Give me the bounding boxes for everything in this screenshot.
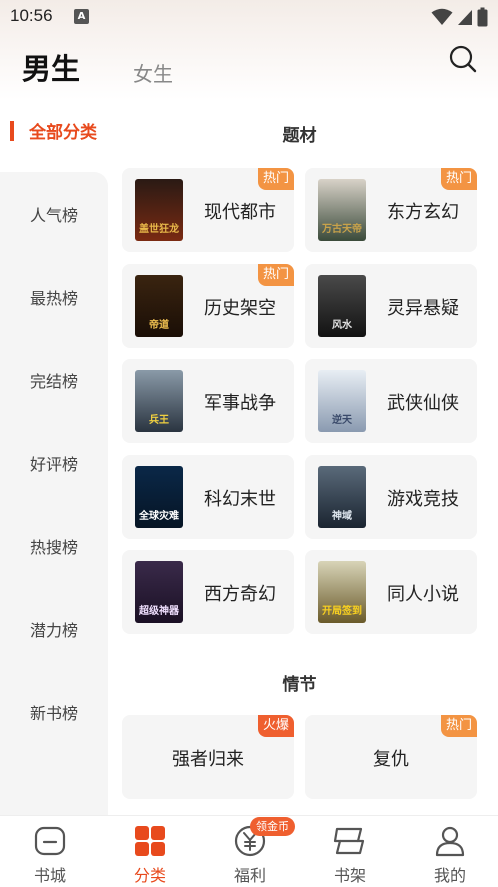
theme-card[interactable]: 开局签到 同人小说 — [305, 550, 477, 634]
sidebar-item-all-categories[interactable]: 全部分类 — [0, 118, 108, 144]
book-cover: 神域 — [318, 465, 366, 528]
nav-label-welfare: 福利 — [233, 866, 266, 885]
tab-female[interactable]: 女生 — [133, 58, 173, 87]
hot-badge: 热门 — [440, 715, 477, 737]
book-cover: 帝道 — [135, 274, 183, 337]
nav-item-welfare[interactable]: 领金币 福利 — [200, 816, 300, 887]
nav-label-profile: 我的 — [433, 866, 466, 885]
book-cover: 开局签到 — [318, 561, 366, 623]
tab-male[interactable]: 男生 — [22, 46, 80, 88]
notification-app-icon: A — [74, 9, 89, 24]
sidebar-item-hottest[interactable]: 最热榜 — [0, 285, 108, 309]
sidebar-item-top-rated[interactable]: 好评榜 — [0, 451, 108, 475]
sidebar-ranking-panel: 人气榜 最热榜 完结榜 好评榜 热搜榜 潜力榜 新书榜 — [0, 172, 108, 822]
signal-icon — [458, 10, 472, 25]
search-icon[interactable] — [448, 44, 478, 74]
section-title-theme: 题材 — [282, 126, 317, 146]
nav-item-book-city[interactable]: 书城 — [0, 816, 100, 887]
theme-card[interactable]: 风水 灵异悬疑 — [305, 263, 477, 348]
sidebar-active-label: 全部分类 — [29, 123, 97, 143]
book-cover: 风水 — [318, 274, 366, 337]
plot-card[interactable]: 强者归来 火爆 — [122, 715, 294, 799]
bookshelf-icon — [333, 827, 365, 855]
theme-card-label: 现代都市 — [204, 202, 276, 223]
plot-card-label: 复仇 — [373, 749, 409, 770]
nav-label-bookshelf: 书架 — [333, 866, 366, 885]
theme-card[interactable]: 神域 游戏竞技 — [305, 454, 477, 539]
theme-card-label: 历史架空 — [204, 297, 276, 319]
status-bar: 10:56 A — [0, 0, 498, 36]
theme-card[interactable]: 万古天帝 东方玄幻 热门 — [305, 168, 477, 252]
book-cover: 盖世狂龙 — [135, 179, 183, 241]
coin-badge: 领金币 — [250, 817, 295, 836]
hot-badge: 热门 — [440, 168, 477, 190]
status-icons — [431, 6, 488, 28]
sidebar: 全部分类 人气榜 最热榜 完结榜 好评榜 热搜榜 潜力榜 新书榜 — [0, 100, 108, 822]
nav-label-book-city: 书城 — [33, 866, 66, 885]
plot-card[interactable]: 复仇 热门 — [305, 715, 477, 799]
sidebar-item-new-books[interactable]: 新书榜 — [0, 700, 108, 724]
status-time: 10:56 — [10, 6, 53, 25]
profile-icon — [435, 826, 465, 857]
section-title-plot: 情节 — [282, 675, 317, 695]
active-indicator — [10, 121, 14, 141]
battery-icon — [477, 7, 488, 27]
theme-card[interactable]: 超级神器 西方奇幻 — [122, 550, 294, 634]
sidebar-item-popularity[interactable]: 人气榜 — [0, 202, 108, 226]
book-city-icon — [34, 826, 66, 856]
theme-card-label: 游戏竞技 — [387, 488, 459, 510]
nav-label-category: 分类 — [133, 866, 166, 885]
theme-card-label: 科幻末世 — [204, 488, 276, 510]
theme-card[interactable]: 全球灾难 科幻末世 — [122, 454, 294, 539]
sidebar-item-potential[interactable]: 潜力榜 — [0, 617, 108, 641]
book-cover: 兵王 — [135, 370, 183, 432]
header: 男生 女生 — [0, 36, 498, 100]
theme-card[interactable]: 盖世狂龙 现代都市 热门 — [122, 168, 294, 252]
sidebar-item-trending-search[interactable]: 热搜榜 — [0, 534, 108, 558]
theme-card[interactable]: 逆天 武侠仙侠 — [305, 359, 477, 443]
bottom-nav: 书城 分类 领金币 福利 书架 我的 — [0, 815, 498, 887]
book-cover: 全球灾难 — [135, 465, 183, 528]
theme-card-label: 军事战争 — [204, 393, 276, 414]
nav-item-category[interactable]: 分类 — [100, 816, 200, 887]
theme-card[interactable]: 帝道 历史架空 热门 — [122, 263, 294, 348]
hot-badge: 热门 — [257, 168, 294, 190]
theme-card-label: 东方玄幻 — [387, 202, 459, 223]
plot-card-label: 强者归来 — [172, 749, 244, 770]
book-cover: 逆天 — [318, 370, 366, 432]
category-icon — [135, 826, 165, 856]
theme-card-label: 武侠仙侠 — [387, 393, 459, 414]
sidebar-item-completed[interactable]: 完结榜 — [0, 368, 108, 392]
wifi-icon — [431, 8, 453, 25]
theme-card-label: 灵异悬疑 — [387, 297, 459, 319]
book-cover: 万古天帝 — [318, 179, 366, 241]
book-cover: 超级神器 — [135, 561, 183, 623]
hot-badge: 热门 — [257, 263, 294, 286]
hot-badge: 火爆 — [257, 715, 294, 737]
theme-card-label: 西方奇幻 — [204, 584, 276, 605]
theme-card[interactable]: 兵王 军事战争 — [122, 359, 294, 443]
nav-item-bookshelf[interactable]: 书架 — [300, 816, 400, 887]
theme-card-label: 同人小说 — [387, 584, 459, 605]
nav-item-profile[interactable]: 我的 — [400, 816, 498, 887]
